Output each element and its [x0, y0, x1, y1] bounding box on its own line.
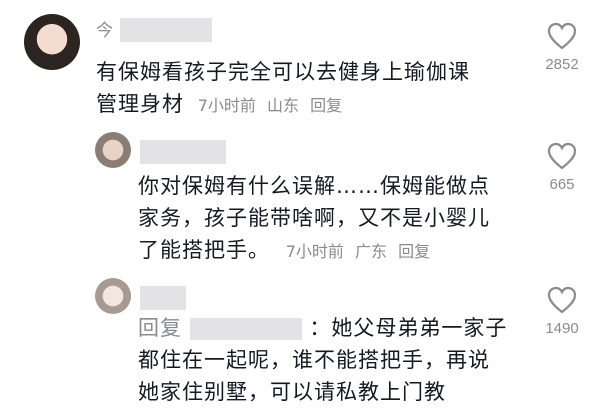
comment-like-button[interactable]: 2852	[532, 22, 592, 73]
reply-line-1-row: 回复 ：她父母弟弟一家子	[138, 312, 528, 344]
heart-outline-icon	[547, 286, 577, 314]
reply-line-3: 她家住别墅，可以请私教上门教	[138, 380, 446, 404]
username-blur	[140, 140, 226, 164]
heart-outline-icon	[547, 22, 577, 50]
heart-outline-icon	[547, 142, 577, 170]
comment-time: 7小时前	[197, 96, 256, 115]
comment-line-2: 管理身材	[96, 92, 184, 116]
like-count: 665	[549, 176, 575, 193]
reply-line-1: 你对保姆有什么误解……保姆能做点	[138, 174, 490, 198]
reply-avatar[interactable]	[95, 278, 131, 314]
comment-line-2-row: 管理身材 7小时前 山东 回复	[96, 88, 516, 122]
reply-line-2: 都住在一起呢，谁不能搭把手，再说	[138, 348, 490, 372]
comment-text: 有保姆看孩子完全可以去健身上瑜伽课 管理身材 7小时前 山东 回复	[96, 56, 516, 122]
username-blur	[140, 286, 186, 310]
reply-meta: 7小时前 广东 回复	[286, 242, 436, 261]
reply-like-button[interactable]: 1490	[532, 286, 592, 337]
like-count: 1490	[545, 320, 579, 337]
reply-line-3-row: 了能搭把手。 7小时前 广东 回复	[138, 234, 508, 268]
like-count: 2852	[545, 56, 579, 73]
reply-avatar[interactable]	[95, 132, 131, 168]
reply-line-1: ：她父母弟弟一家子	[309, 316, 508, 340]
reply-line-2: 家务，孩子能带啥啊，又不是小婴儿	[138, 206, 490, 230]
reply-text: 回复 ：她父母弟弟一家子 都住在一起呢，谁不能搭把手，再说 她家住别墅，可以请私…	[138, 312, 528, 408]
comment-reply-button[interactable]: 回复	[310, 96, 342, 115]
comment-line-1: 有保姆看孩子完全可以去健身上瑜伽课	[96, 60, 470, 84]
reply-line-3: 了能搭把手。	[138, 238, 270, 262]
comment-location: 山东	[266, 96, 299, 115]
commenter-username[interactable]: 今	[96, 16, 113, 41]
commenter-avatar[interactable]	[24, 14, 80, 70]
reply-reply-button[interactable]: 回复	[398, 242, 430, 261]
reply-like-button[interactable]: 665	[532, 142, 592, 193]
reply-time: 7小时前	[285, 242, 344, 261]
reply-text: 你对保姆有什么误解……保姆能做点 家务，孩子能带啥啊，又不是小婴儿 了能搭把手。…	[138, 170, 508, 268]
mentioned-user-blur	[189, 318, 302, 340]
comment-meta: 7小时前 山东 回复	[198, 96, 348, 115]
username-blur	[120, 18, 212, 42]
reply-prefix: 回复	[138, 316, 182, 340]
reply-location: 广东	[354, 242, 387, 261]
